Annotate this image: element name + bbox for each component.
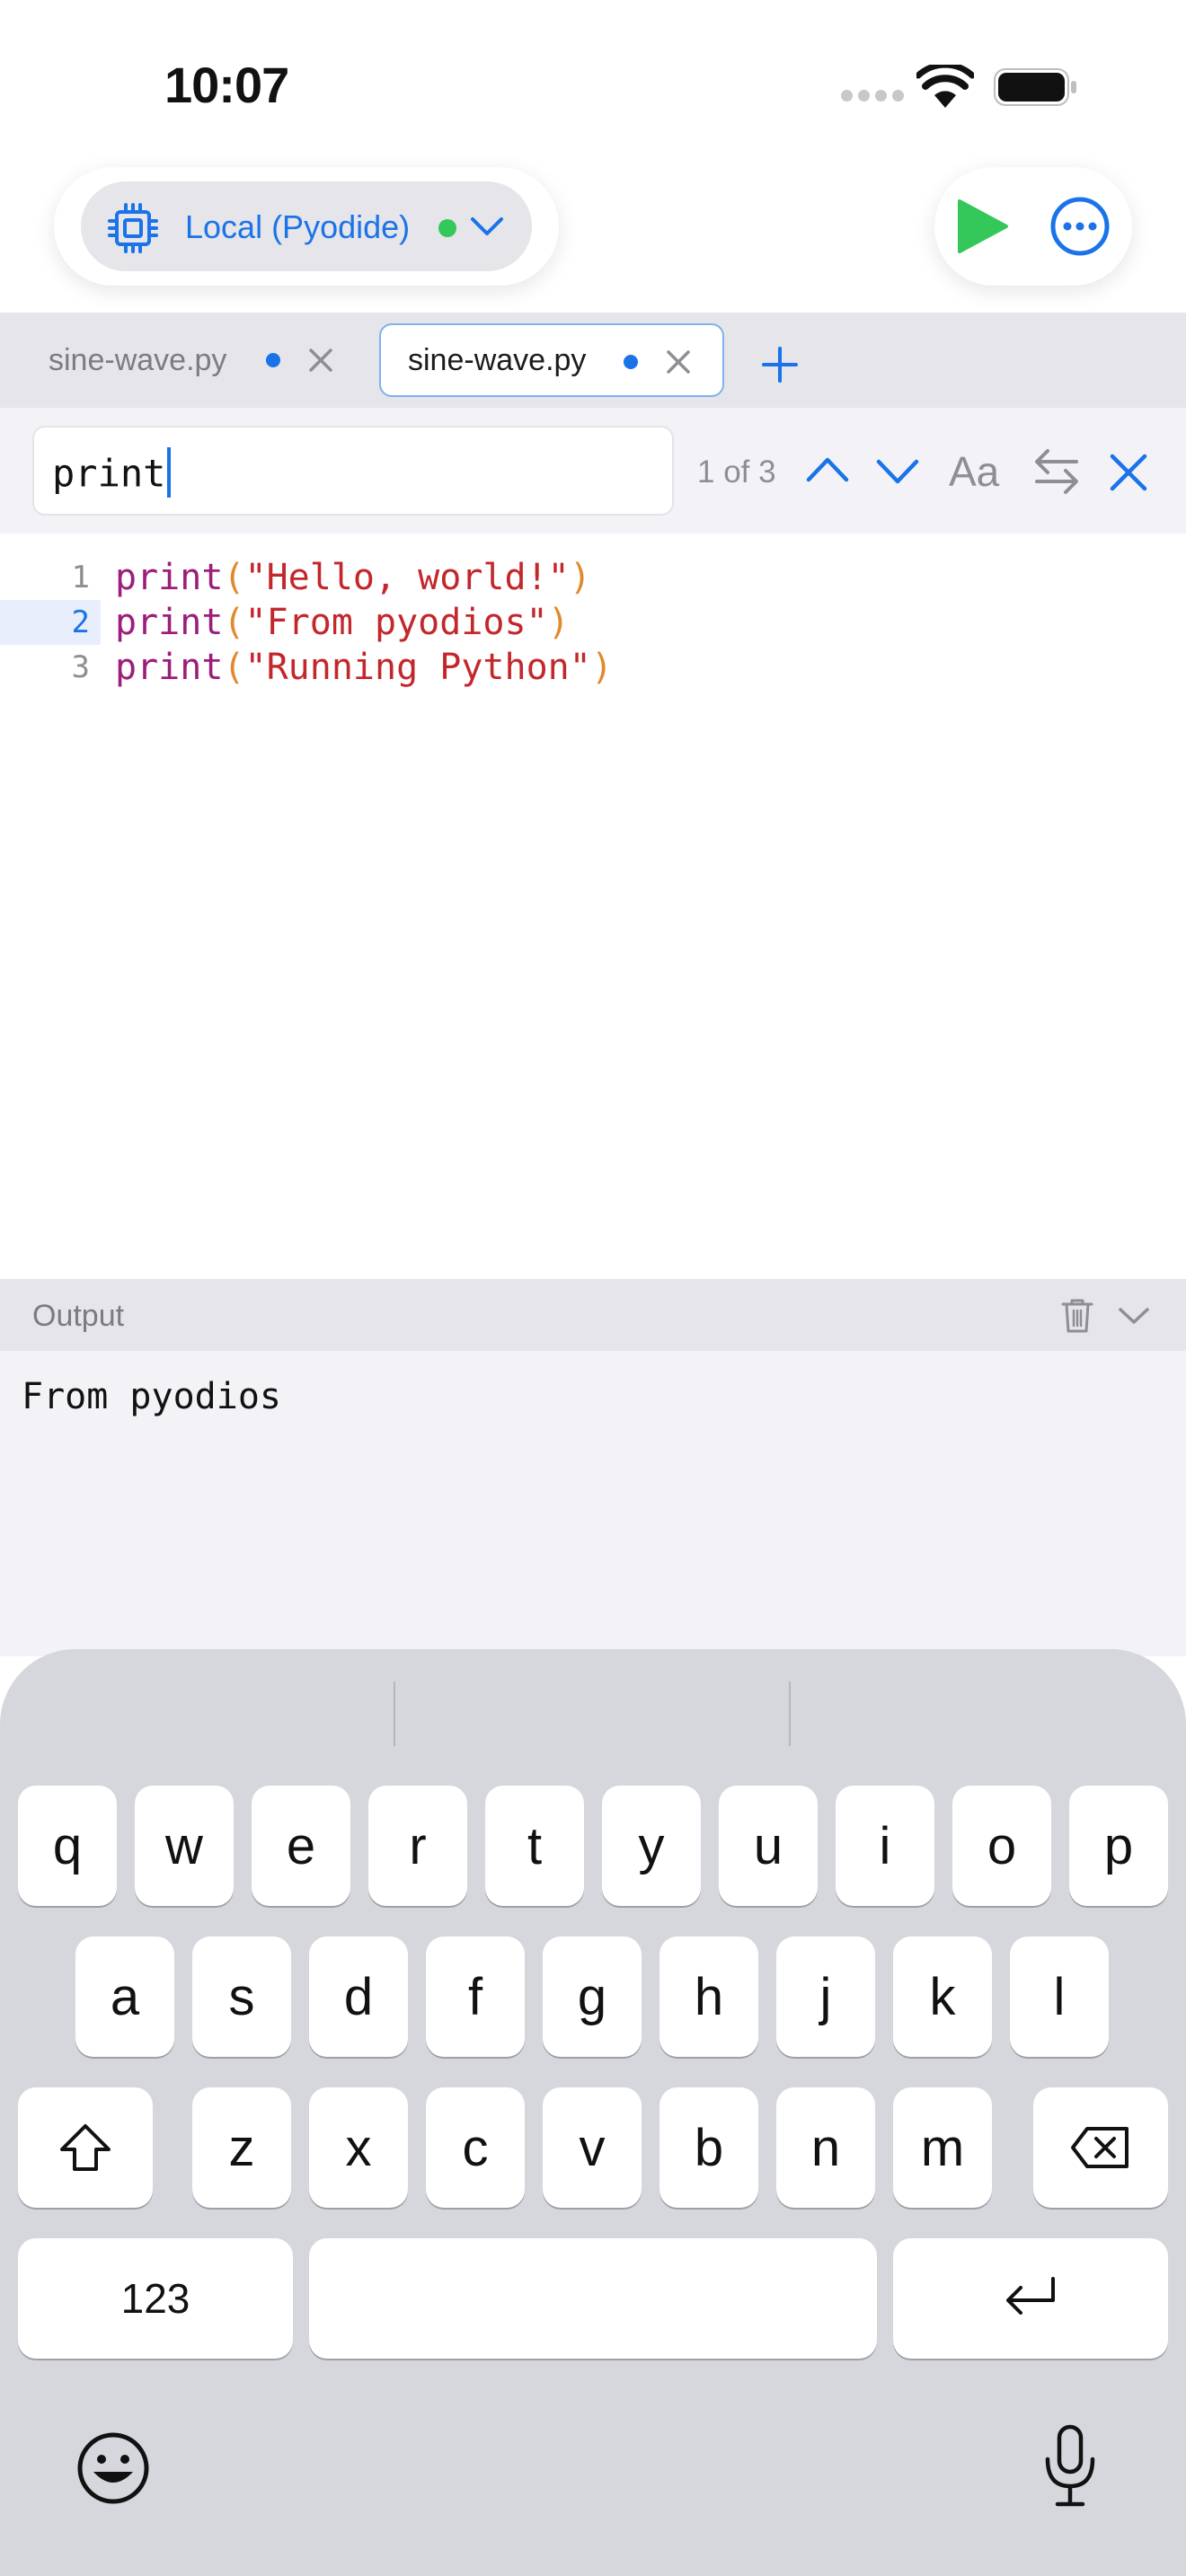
key-p[interactable]: p [1069, 1786, 1168, 1906]
code-string: "Hello, world!" [244, 557, 570, 598]
find-query: print [52, 451, 166, 496]
key-c[interactable]: c [426, 2087, 525, 2208]
keyboard: q w e r t y u i o p a s d f g h j k l z … [0, 1649, 1186, 2576]
cellular-signal-icon [841, 90, 904, 102]
backspace-icon [1071, 2127, 1128, 2168]
trash-icon[interactable] [1060, 1297, 1094, 1335]
find-bar: print 1 of 3 Aa [0, 408, 1186, 534]
key-i[interactable]: i [836, 1786, 934, 1906]
line-number: 1 [71, 560, 90, 595]
runtime-status-dot [438, 219, 456, 237]
key-d[interactable]: d [309, 1936, 408, 2057]
output-text: From pyodios [22, 1376, 281, 1417]
code-editor[interactable]: 1 print("Hello, world!") 2 print("From p… [0, 534, 1186, 1279]
match-count: 1 of 3 [697, 454, 776, 490]
tab-sine-wave-1[interactable]: sine-wave.py [20, 323, 352, 397]
code-line-active: 2 print("From pyodios") [0, 600, 1186, 645]
line-number: 3 [71, 649, 90, 685]
key-b[interactable]: b [659, 2087, 758, 2208]
key-y[interactable]: y [602, 1786, 701, 1906]
output-console: From pyodios [0, 1351, 1186, 1656]
close-find-button[interactable] [1109, 453, 1148, 492]
key-l[interactable]: l [1010, 1936, 1109, 2057]
key-x[interactable]: x [309, 2087, 408, 2208]
find-input[interactable]: print [32, 426, 674, 516]
key-t[interactable]: t [485, 1786, 584, 1906]
code-line: 1 print("Hello, world!") [0, 555, 1186, 600]
tab-label: sine-wave.py [408, 342, 587, 377]
add-tab-button[interactable] [760, 345, 800, 384]
suggestion-divider [789, 1681, 791, 1746]
shift-key[interactable] [18, 2087, 153, 2208]
runtime-label: Local (Pyodide) [185, 208, 411, 245]
key-m[interactable]: m [893, 2087, 992, 2208]
key-q[interactable]: q [18, 1786, 117, 1906]
chevron-down-icon[interactable] [1118, 1306, 1150, 1326]
key-v[interactable]: v [543, 2087, 642, 2208]
tab-bar: sine-wave.py sine-wave.py [0, 313, 1186, 408]
chevron-down-icon [471, 217, 503, 235]
output-header: Output [0, 1279, 1186, 1351]
delete-key[interactable] [1033, 2087, 1168, 2208]
battery-icon [994, 68, 1076, 106]
close-icon[interactable] [307, 347, 334, 374]
match-case-button[interactable]: Aa [949, 447, 999, 496]
code-paren: ) [590, 647, 613, 688]
code-string: "Running Python" [244, 647, 591, 688]
microphone-icon[interactable] [1042, 2423, 1098, 2510]
previous-match-button[interactable] [805, 454, 850, 483]
close-icon[interactable] [665, 348, 692, 375]
return-key[interactable] [893, 2238, 1168, 2359]
key-o[interactable]: o [952, 1786, 1051, 1906]
key-w[interactable]: w [135, 1786, 234, 1906]
code-line: 3 print("Running Python") [0, 645, 1186, 690]
key-g[interactable]: g [543, 1936, 642, 2057]
code-function: print [115, 647, 224, 688]
tab-label: sine-wave.py [49, 342, 227, 377]
code-function: print [115, 557, 224, 598]
code-paren: ) [569, 557, 591, 598]
shift-icon [60, 2124, 111, 2171]
modified-indicator [266, 353, 280, 367]
space-key[interactable] [309, 2238, 877, 2359]
wifi-icon [916, 65, 974, 108]
code-function: print [115, 602, 224, 643]
line-number: 2 [0, 600, 101, 645]
key-a[interactable]: a [75, 1936, 174, 2057]
key-n[interactable]: n [776, 2087, 875, 2208]
key-f[interactable]: f [426, 1936, 525, 2057]
tab-sine-wave-2[interactable]: sine-wave.py [379, 323, 724, 397]
modified-indicator [624, 355, 638, 369]
code-string: "From pyodios" [244, 602, 548, 643]
cpu-chip-icon [108, 203, 158, 253]
key-u[interactable]: u [719, 1786, 818, 1906]
runtime-selector[interactable]: Local (Pyodide) [81, 181, 532, 271]
output-title: Output [32, 1299, 125, 1333]
text-caret [167, 447, 172, 498]
key-s[interactable]: s [192, 1936, 291, 2057]
code-paren: ( [223, 557, 245, 598]
next-match-button[interactable] [875, 458, 920, 487]
key-z[interactable]: z [192, 2087, 291, 2208]
replace-toggle-icon[interactable] [1031, 446, 1082, 496]
status-time: 10:07 [164, 57, 289, 113]
code-paren: ( [223, 602, 245, 643]
key-j[interactable]: j [776, 1936, 875, 2057]
run-button[interactable] [954, 198, 1010, 255]
more-options-button[interactable] [1049, 196, 1111, 257]
numbers-key[interactable]: 123 [18, 2238, 293, 2359]
key-r[interactable]: r [368, 1786, 467, 1906]
key-e[interactable]: e [252, 1786, 350, 1906]
code-paren: ( [223, 647, 245, 688]
return-icon [1006, 2277, 1055, 2315]
code-paren: ) [547, 602, 570, 643]
suggestion-divider [394, 1681, 395, 1746]
key-h[interactable]: h [659, 1936, 758, 2057]
key-k[interactable]: k [893, 1936, 992, 2057]
emoji-icon[interactable] [75, 2430, 151, 2506]
